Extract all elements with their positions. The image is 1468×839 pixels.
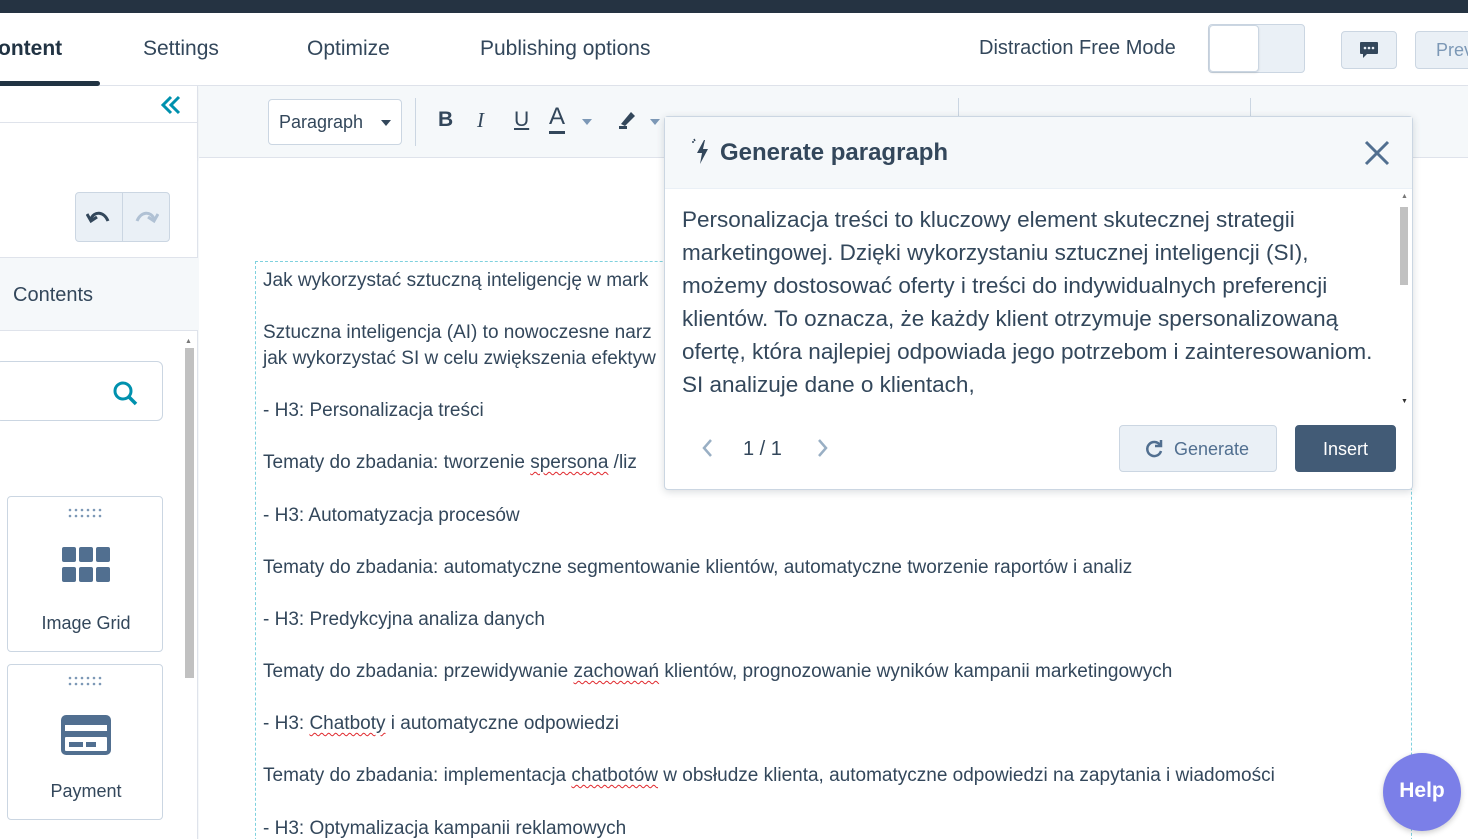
scrollbar-thumb[interactable] bbox=[1400, 207, 1408, 285]
drag-handle-icon bbox=[68, 676, 102, 686]
content-line[interactable]: - H3: Personalizacja treści bbox=[263, 400, 484, 422]
tab-content[interactable]: ontent bbox=[0, 37, 62, 61]
chevron-down-icon bbox=[381, 120, 391, 126]
comments-button[interactable] bbox=[1341, 31, 1397, 69]
chevron-right-icon[interactable] bbox=[813, 437, 831, 459]
generated-paragraph: Personalizacja treści to kluczowy elemen… bbox=[682, 207, 1373, 397]
preview-button[interactable]: Prev bbox=[1415, 31, 1468, 69]
spellcheck-error[interactable]: chatbotów bbox=[571, 765, 658, 786]
collapse-sidebar-button[interactable] bbox=[160, 94, 190, 120]
image-grid-icon bbox=[62, 547, 110, 582]
text-segment: /liz bbox=[608, 452, 637, 473]
block-format-select[interactable]: Paragraph bbox=[268, 99, 402, 145]
module-label: Payment bbox=[50, 781, 122, 801]
scroll-up-arrow-icon[interactable]: ▲ bbox=[185, 338, 192, 345]
text-segment: i automatyczne odpowiedzi bbox=[385, 713, 619, 734]
content-line[interactable]: - H3: Automatyzacja procesów bbox=[263, 505, 520, 527]
content-line[interactable]: Sztuczna inteligencja (AI) to nowoczesne… bbox=[263, 322, 652, 344]
spellcheck-error[interactable]: spersona bbox=[530, 452, 608, 473]
module-card-image-grid[interactable]: Image Grid bbox=[7, 496, 163, 652]
toolbar-divider bbox=[415, 98, 416, 146]
content-line[interactable]: - H3: Optymalizacja kampanii reklamowych bbox=[263, 818, 626, 839]
content-line[interactable]: Tematy do zbadania: automatyczne segment… bbox=[263, 557, 1132, 579]
chevron-down-icon[interactable] bbox=[650, 119, 660, 125]
module-search-input[interactable] bbox=[0, 361, 163, 421]
left-sidebar: Contents Image Grid Payment ▲ bbox=[0, 86, 198, 839]
scroll-up-arrow-icon[interactable]: ▲ bbox=[1401, 193, 1408, 200]
scrollbar-thumb[interactable] bbox=[185, 348, 194, 678]
content-line[interactable]: - H3: Predykcyjna analiza danych bbox=[263, 609, 545, 631]
underline-button[interactable]: U bbox=[514, 108, 529, 138]
pagination-indicator: 1 / 1 bbox=[743, 438, 782, 460]
contents-header[interactable]: Contents bbox=[0, 257, 198, 331]
scroll-down-arrow-icon[interactable]: ▼ bbox=[1401, 398, 1408, 405]
content-line[interactable]: Jak wykorzystać sztuczną inteligencję w … bbox=[263, 270, 648, 292]
top-app-bar bbox=[0, 0, 1468, 13]
undo-button[interactable] bbox=[76, 193, 123, 241]
text-segment: klientów, prognozowanie wyników kampanii… bbox=[659, 661, 1173, 682]
tab-optimize[interactable]: Optimize bbox=[307, 37, 390, 61]
distraction-free-label: Distraction Free Mode bbox=[979, 37, 1176, 59]
module-label: Image Grid bbox=[41, 613, 131, 633]
popup-footer: 1 / 1 Generate Insert bbox=[665, 407, 1412, 489]
contents-label: Contents bbox=[13, 284, 94, 306]
content-line[interactable]: Tematy do zbadania: przewidywanie zachow… bbox=[263, 661, 1172, 683]
content-line[interactable]: - H3: Chatboty i automatyczne odpowiedzi bbox=[263, 713, 619, 735]
chevron-left-icon[interactable] bbox=[699, 437, 717, 459]
search-icon bbox=[113, 381, 138, 406]
generated-text-area[interactable]: Personalizacja treści to kluczowy elemen… bbox=[665, 189, 1412, 407]
generate-paragraph-popup: Generate paragraph Personalizacja treści… bbox=[664, 116, 1413, 490]
distraction-free-toggle[interactable] bbox=[1208, 24, 1305, 73]
content-line[interactable]: Tematy do zbadania: tworzenie spersona /… bbox=[263, 452, 637, 474]
divider bbox=[0, 122, 198, 123]
insert-button[interactable]: Insert bbox=[1295, 425, 1396, 472]
text-segment: Tematy do zbadania: przewidywanie bbox=[263, 661, 574, 682]
text-segment: Tematy do zbadania: tworzenie bbox=[263, 452, 531, 473]
content-line[interactable]: Tematy do zbadania: implementacja chatbo… bbox=[263, 765, 1275, 787]
text-color-button[interactable]: A bbox=[549, 104, 566, 134]
payment-card-icon bbox=[61, 715, 111, 755]
editor-tabs-bar: ontent Settings Optimize Publishing opti… bbox=[0, 13, 1468, 86]
spellcheck-error[interactable]: zachowań bbox=[574, 661, 660, 682]
comment-icon bbox=[1360, 42, 1378, 58]
bold-button[interactable]: B bbox=[438, 108, 453, 138]
double-chevron-left-icon bbox=[160, 95, 181, 115]
drag-handle-icon bbox=[68, 508, 102, 518]
lightning-sparkle-icon bbox=[692, 138, 708, 164]
block-format-value: Paragraph bbox=[279, 112, 364, 132]
refresh-icon bbox=[1146, 440, 1163, 458]
redo-icon bbox=[135, 211, 159, 224]
tab-publishing-options[interactable]: Publishing options bbox=[480, 37, 650, 61]
toggle-knob bbox=[1209, 25, 1259, 72]
redo-button[interactable] bbox=[123, 193, 169, 241]
popup-scrollbar[interactable]: ▲ ▼ bbox=[1398, 193, 1410, 405]
sidebar-scrollbar[interactable]: ▲ bbox=[183, 336, 196, 839]
italic-button[interactable]: I bbox=[477, 108, 484, 138]
highlight-icon[interactable] bbox=[617, 108, 639, 130]
text-segment: - H3: bbox=[263, 713, 310, 734]
generate-button-label: Generate bbox=[1174, 439, 1250, 459]
help-button[interactable]: Help bbox=[1383, 753, 1461, 831]
content-line[interactable]: jak wykorzystać SI w celu zwiększenia ef… bbox=[263, 348, 656, 370]
text-segment: w obsłudze klienta, automatyczne odpowie… bbox=[658, 765, 1275, 786]
text-segment: Tematy do zbadania: implementacja bbox=[263, 765, 572, 786]
close-icon[interactable] bbox=[1363, 139, 1391, 167]
chevron-down-icon[interactable] bbox=[582, 119, 592, 125]
generate-button[interactable]: Generate bbox=[1119, 425, 1277, 472]
spellcheck-error[interactable]: Chatboty bbox=[309, 713, 385, 734]
tab-settings[interactable]: Settings bbox=[143, 37, 219, 61]
undo-icon bbox=[86, 211, 110, 224]
module-card-payment[interactable]: Payment bbox=[7, 664, 163, 820]
popup-header: Generate paragraph bbox=[665, 117, 1412, 189]
popup-title: Generate paragraph bbox=[720, 139, 949, 166]
undo-redo-group bbox=[75, 192, 170, 242]
